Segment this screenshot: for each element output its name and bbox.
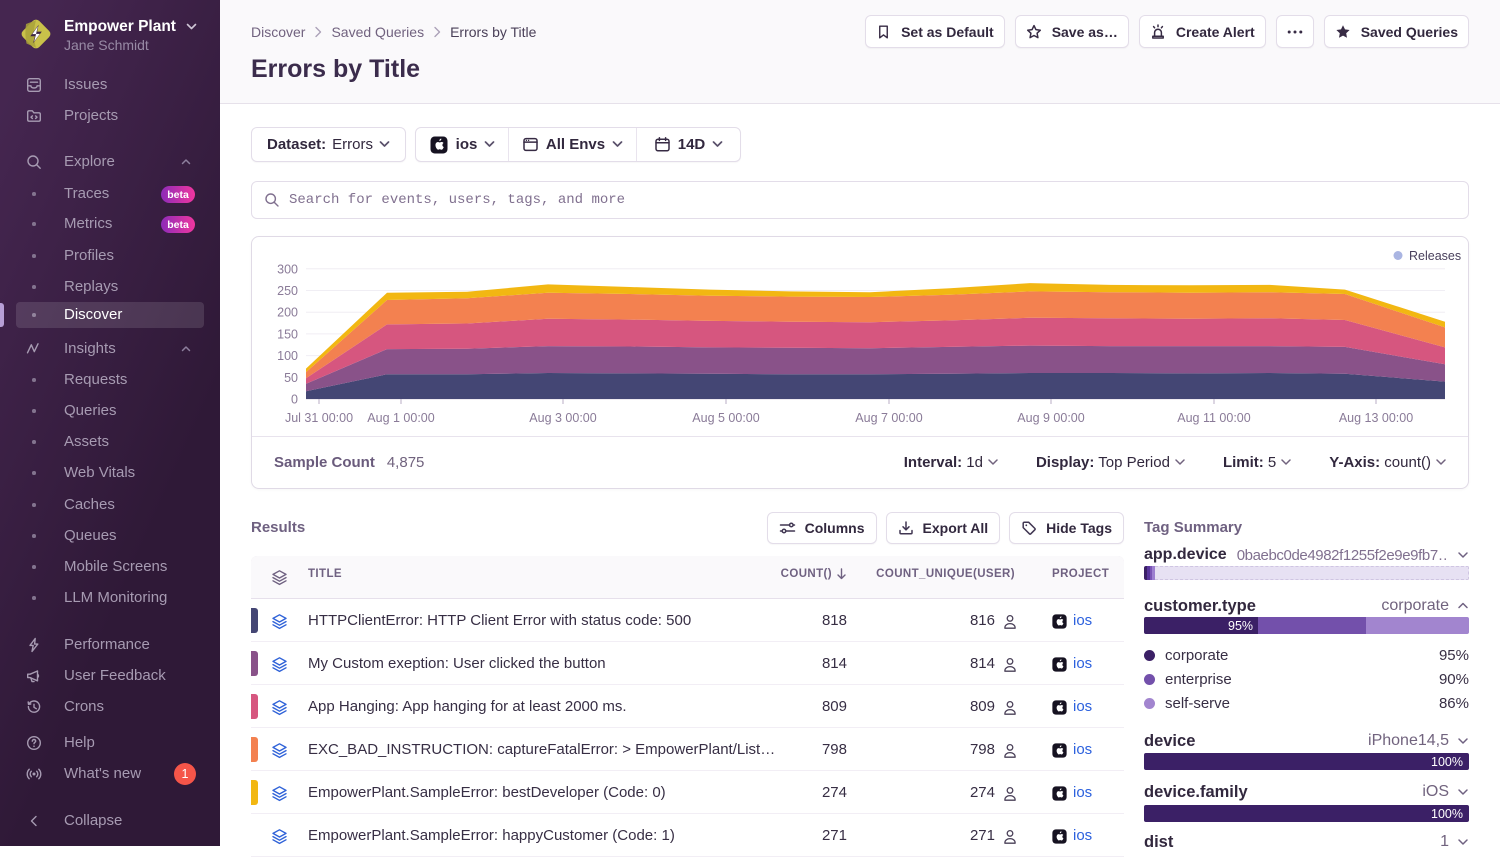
svg-text:Aug 5 00:00: Aug 5 00:00 xyxy=(692,411,759,425)
svg-text:Aug 1 00:00: Aug 1 00:00 xyxy=(367,411,434,425)
svg-text:Aug 3 00:00: Aug 3 00:00 xyxy=(529,411,596,425)
svg-text:0: 0 xyxy=(291,393,298,407)
svg-text:Aug 9 00:00: Aug 9 00:00 xyxy=(1017,411,1084,425)
svg-text:Aug 13 00:00: Aug 13 00:00 xyxy=(1339,411,1413,425)
svg-text:300: 300 xyxy=(277,262,298,276)
svg-text:150: 150 xyxy=(277,327,298,341)
svg-text:Aug 7 00:00: Aug 7 00:00 xyxy=(855,411,922,425)
svg-text:Aug 11 00:00: Aug 11 00:00 xyxy=(1177,411,1250,425)
svg-text:Jul 31 00:00: Jul 31 00:00 xyxy=(285,411,353,425)
svg-text:Releases: Releases xyxy=(1409,249,1461,263)
svg-text:250: 250 xyxy=(277,284,298,298)
svg-text:50: 50 xyxy=(284,371,298,385)
svg-text:100: 100 xyxy=(277,349,298,363)
svg-text:200: 200 xyxy=(277,306,298,320)
